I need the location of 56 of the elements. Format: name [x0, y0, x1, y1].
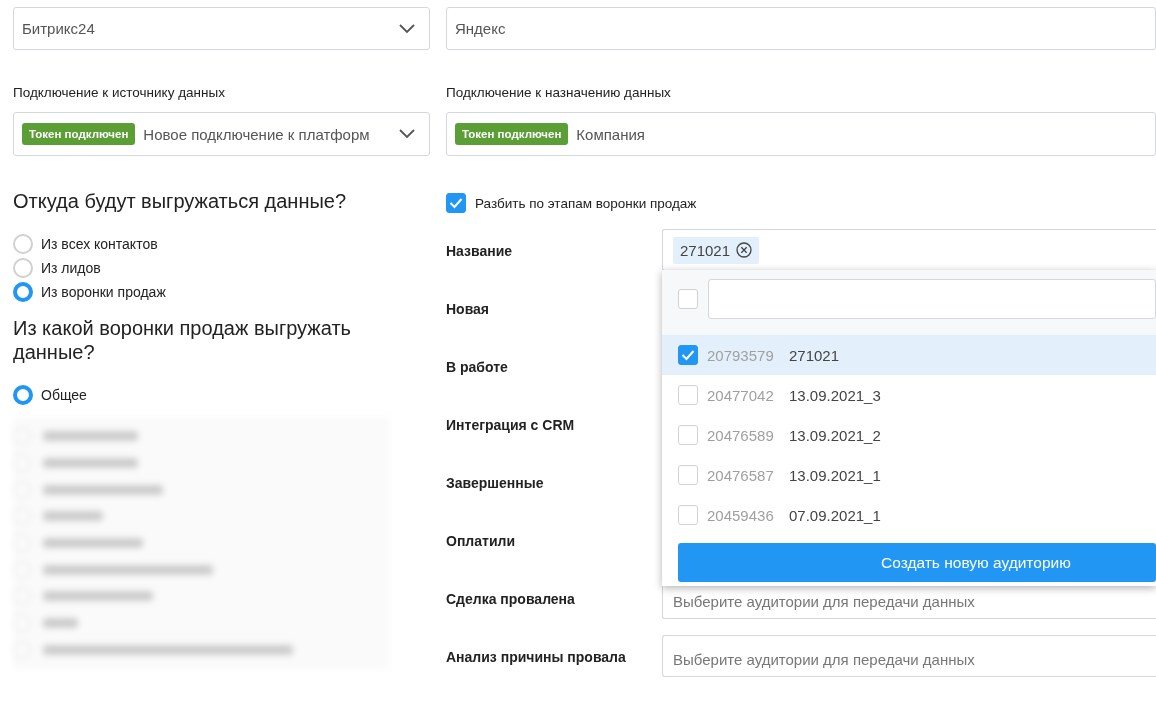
radio-button[interactable]: [13, 282, 33, 302]
audience-select[interactable]: 271021: [662, 229, 1156, 271]
audience-item[interactable]: 20459436 07.09.2021_1: [662, 495, 1156, 535]
stage-label: Оплатили: [446, 532, 515, 551]
search-field[interactable]: [708, 279, 1156, 319]
checkbox[interactable]: [678, 289, 698, 309]
stage-label: В работе: [446, 358, 508, 377]
radio-label[interactable]: Из воронки продаж: [41, 284, 166, 300]
radio-button[interactable]: [13, 385, 33, 405]
stage-label: Завершенные: [446, 474, 544, 493]
connection-select[interactable]: Токен подключен Новое подключение к платформ: [13, 112, 430, 156]
audience-item[interactable]: 20476587 13.09.2021_1: [662, 455, 1156, 495]
radio-button[interactable]: [13, 234, 33, 254]
audience-id: 20476587: [707, 466, 775, 484]
radio-button[interactable]: [13, 258, 33, 278]
audience-select[interactable]: Выберите аудитории для передачи данных: [662, 635, 1156, 677]
audience-name: 07.09.2021_1: [789, 506, 881, 524]
remove-icon[interactable]: [736, 242, 753, 258]
audience-item[interactable]: 20477042 13.09.2021_3: [662, 375, 1156, 415]
audience-name: 13.09.2021_3: [789, 386, 881, 404]
field-label: Подключение к источнику данных: [13, 84, 225, 102]
audience-name: 271021: [789, 346, 840, 364]
audience-name: 13.09.2021_1: [789, 466, 881, 484]
chevron-down-icon: [399, 23, 415, 34]
platform-select[interactable]: Яндекс: [446, 7, 1156, 50]
audience-item[interactable]: 20476589 13.09.2021_2: [662, 415, 1156, 455]
stage-label: Новая: [446, 300, 490, 319]
chevron-down-icon: [399, 129, 415, 139]
audience-item[interactable]: 20793579 271021: [662, 335, 1156, 375]
checkbox[interactable]: [678, 425, 698, 445]
stage-label: Сделка провалена: [446, 590, 575, 609]
checkbox[interactable]: [678, 385, 698, 405]
stage-label: Анализ причины провала: [446, 648, 626, 667]
audience-id: 20459436: [707, 506, 775, 524]
checkbox-label[interactable]: Разбить по этапам воронки продаж: [475, 195, 697, 211]
checkbox[interactable]: [678, 505, 698, 525]
section-heading: Из какой воронки продаж выгружать данные?: [13, 316, 352, 364]
checkbox[interactable]: [678, 465, 698, 485]
platform-select[interactable]: Битрикс24: [13, 7, 430, 50]
radio-label[interactable]: Из всех контактов: [41, 236, 158, 252]
connection-select[interactable]: Токен подключен Компания: [446, 112, 1156, 156]
field-label: Подключение к назначению данных: [446, 84, 671, 102]
checkbox[interactable]: [678, 345, 698, 365]
audience-id: 20477042: [707, 386, 775, 404]
checkbox[interactable]: [446, 193, 466, 213]
token-badge: Токен подключен: [22, 123, 136, 145]
audience-id: 20476589: [707, 426, 775, 444]
audience-name: 13.09.2021_2: [789, 426, 881, 444]
radio-label[interactable]: Общее: [41, 387, 87, 403]
audience-tag: 271021: [673, 236, 760, 264]
stage-label: Название: [446, 242, 513, 261]
section-heading: Откуда будут выгружаться данные?: [13, 189, 347, 214]
audience-id: 20793579: [707, 346, 775, 364]
token-badge: Токен подключен: [455, 123, 569, 145]
stage-label: Интеграция с CRM: [446, 416, 575, 435]
radio-label[interactable]: Из лидов: [41, 260, 101, 276]
